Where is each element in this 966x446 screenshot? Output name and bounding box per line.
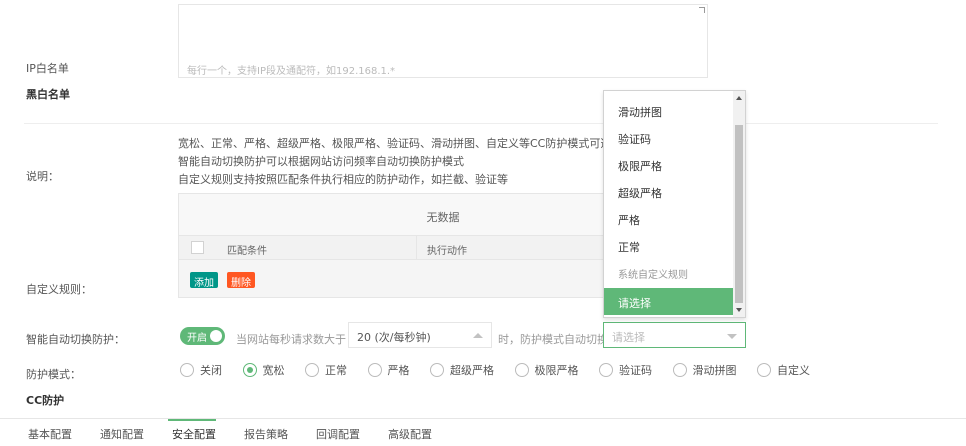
dropdown-option-slider[interactable]: 滑动拼图 bbox=[604, 97, 734, 124]
radio-mode-loose[interactable]: 宽松 bbox=[242, 362, 285, 378]
section-divider bbox=[24, 123, 938, 124]
radio-circle-checked bbox=[242, 363, 257, 377]
auto-mode-dropdown[interactable]: 滑动拼图 验证码 极限严格 超级严格 严格 正常 系统自定义规则 请选择 bbox=[603, 90, 746, 318]
switch-knob bbox=[210, 330, 222, 342]
desc-line-3: 自定义规则支持按照匹配条件执行相应的防护动作，如拦截、验证等 bbox=[178, 173, 508, 186]
auto-mode-select[interactable]: 请选择 bbox=[603, 322, 746, 348]
active-tab-indicator bbox=[168, 419, 216, 421]
column-separator bbox=[416, 236, 417, 260]
ip-whitelist-label: IP白名单 bbox=[26, 62, 69, 75]
radio-circle bbox=[180, 363, 194, 377]
radio-circle bbox=[599, 363, 613, 377]
radio-circle bbox=[305, 363, 319, 377]
radio-mode-off[interactable]: 关闭 bbox=[180, 362, 222, 378]
config-tabs: 基本配置 通知配置 安全配置 报告策略 回调配置 高级配置 bbox=[0, 418, 966, 446]
dropdown-scrollbar[interactable] bbox=[733, 91, 745, 317]
auto-switch-label: 智能自动切换防护： bbox=[26, 333, 125, 346]
tab-security[interactable]: 安全配置 bbox=[172, 426, 216, 442]
tab-advanced[interactable]: 高级配置 bbox=[388, 426, 432, 442]
radio-circle bbox=[757, 363, 771, 377]
radio-circle bbox=[514, 363, 529, 377]
tab-basic[interactable]: 基本配置 bbox=[28, 426, 72, 442]
mode-label: 防护模式： bbox=[26, 368, 81, 381]
dropdown-option-super-strict[interactable]: 超级严格 bbox=[604, 178, 734, 205]
radio-circle bbox=[430, 363, 444, 377]
dropdown-option-strict[interactable]: 严格 bbox=[604, 205, 734, 232]
scroll-up-icon[interactable] bbox=[736, 96, 742, 100]
tab-notify[interactable]: 通知配置 bbox=[100, 426, 144, 442]
radio-mode-normal[interactable]: 正常 bbox=[305, 362, 347, 378]
dropdown-option-captcha[interactable]: 验证码 bbox=[604, 124, 734, 151]
qps-select[interactable]: 20 (次/每秒钟) bbox=[348, 322, 492, 348]
cc-section-title: CC防护 bbox=[26, 394, 65, 407]
ip-whitelist-textarea[interactable]: 每行一个，支持IP段及通配符，如192.168.1.* bbox=[178, 4, 708, 78]
auto-mode-select-value: 请选择 bbox=[612, 331, 645, 344]
auto-switch-desc: 当网站每秒请求数大于 bbox=[236, 333, 346, 346]
tab-callback[interactable]: 回调配置 bbox=[316, 426, 360, 442]
col-match-condition: 匹配条件 bbox=[227, 246, 267, 257]
col-action: 执行动作 bbox=[427, 246, 467, 257]
custom-rule-label: 自定义规则： bbox=[26, 283, 92, 296]
scroll-down-icon[interactable] bbox=[736, 308, 742, 312]
dropdown-option-normal[interactable]: 正常 bbox=[604, 232, 734, 259]
qps-select-value: 20 (次/每秒钟) bbox=[357, 331, 431, 344]
radio-circle bbox=[367, 363, 382, 377]
dropdown-option-placeholder[interactable]: 请选择 bbox=[604, 288, 734, 315]
ip-whitelist-placeholder: 每行一个，支持IP段及通配符，如192.168.1.* bbox=[187, 66, 396, 77]
dropdown-option-extreme[interactable]: 极限严格 bbox=[604, 151, 734, 178]
desc-line-1: 宽松、正常、严格、超级严格、极限严格、验证码、滑动拼图、自定义等CC防护模式可选 bbox=[178, 137, 612, 150]
desc-label: 说明： bbox=[26, 170, 59, 183]
resize-handle-icon[interactable] bbox=[699, 7, 705, 13]
auto-switch-toggle[interactable]: 开启 bbox=[180, 327, 225, 345]
radio-mode-strict[interactable]: 严格 bbox=[367, 362, 410, 378]
radio-mode-super-strict[interactable]: 超级严格 bbox=[430, 362, 494, 378]
auto-switch-desc-2: 时，防护模式自动切换为 bbox=[498, 333, 619, 346]
radio-mode-slider[interactable]: 滑动拼图 bbox=[672, 362, 737, 378]
scroll-thumb[interactable] bbox=[735, 125, 743, 303]
radio-mode-captcha[interactable]: 验证码 bbox=[599, 362, 652, 378]
dropdown-group-title: 系统自定义规则 bbox=[618, 270, 688, 281]
tab-report[interactable]: 报告策略 bbox=[244, 426, 288, 442]
delete-rule-button[interactable]: 删除 bbox=[227, 272, 255, 289]
radio-mode-custom[interactable]: 自定义 bbox=[757, 362, 810, 378]
mode-radio-group: 关闭 宽松 正常 严格 超级严格 极限严格 验证码 滑动拼图 自定义 bbox=[180, 362, 827, 378]
switch-state-text: 开启 bbox=[187, 333, 207, 344]
caret-up-icon bbox=[473, 333, 483, 338]
blacklist-section-title: 黑白名单 bbox=[26, 88, 70, 101]
desc-line-2: 智能自动切换防护可以根据网站访问频率自动切换防护模式 bbox=[178, 155, 464, 168]
radio-circle bbox=[672, 363, 687, 377]
select-all-checkbox[interactable] bbox=[191, 241, 204, 254]
caret-down-icon bbox=[727, 334, 737, 339]
radio-mode-extreme[interactable]: 极限严格 bbox=[514, 362, 579, 378]
add-rule-button[interactable]: 添加 bbox=[190, 272, 218, 289]
